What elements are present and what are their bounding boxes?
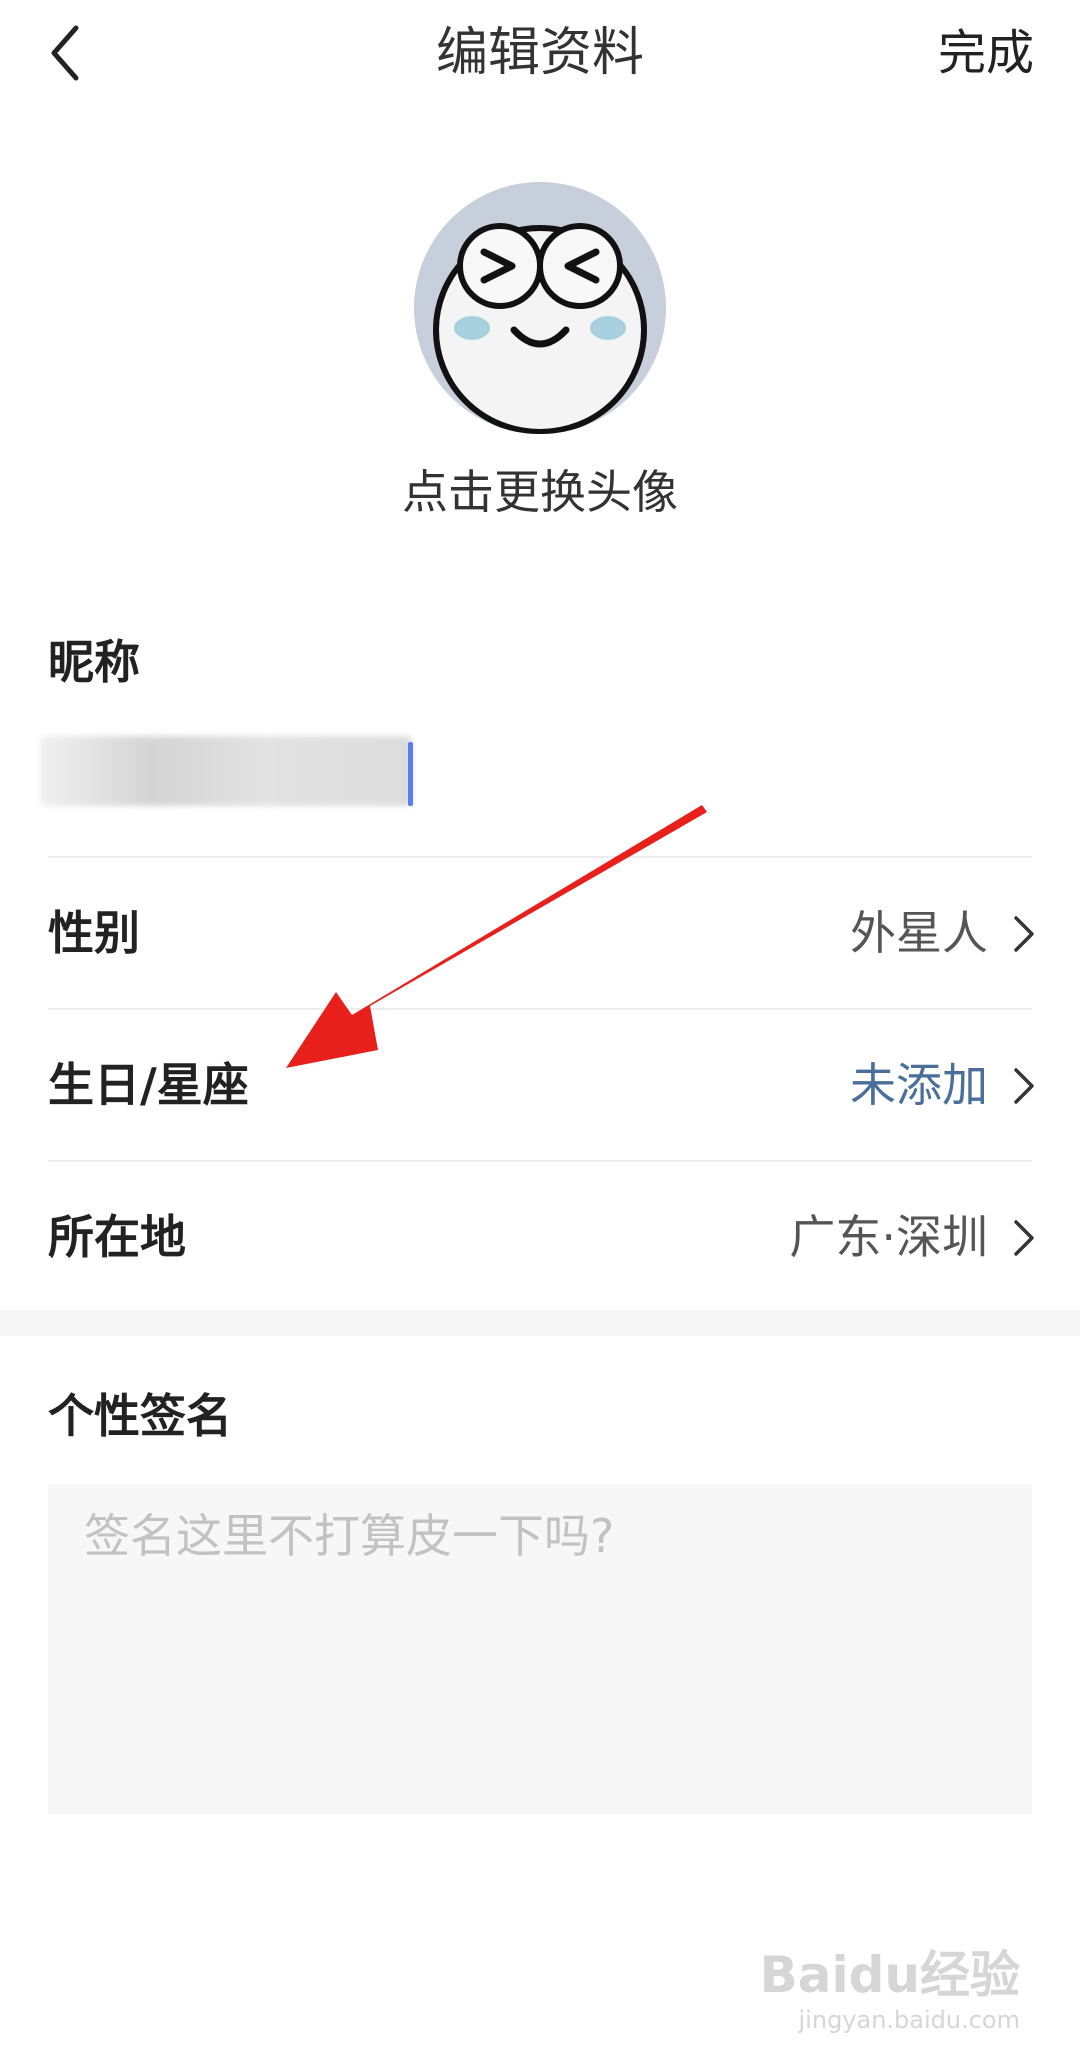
nickname-input[interactable]: [40, 736, 412, 806]
section-separator: [0, 1310, 1080, 1336]
avatar-face-icon: [414, 182, 666, 434]
watermark: Baidu经验 jingyan.baidu.com: [760, 1945, 1020, 2035]
birthday-label: 生日/星座: [48, 1058, 249, 1112]
watermark-url: jingyan.baidu.com: [798, 2006, 1020, 2034]
signature-label: 个性签名: [48, 1389, 232, 1443]
chevron-right-icon: [1014, 1068, 1034, 1104]
chevron-right-icon: [1014, 1220, 1034, 1256]
location-value: 广东·深圳: [789, 1210, 988, 1264]
text-cursor: [408, 742, 413, 806]
location-label: 所在地: [48, 1210, 186, 1264]
change-avatar-hint[interactable]: 点击更换头像: [0, 462, 1080, 522]
birthday-row[interactable]: 生日/星座 未添加: [0, 1010, 1080, 1160]
birthday-value: 未添加: [850, 1058, 988, 1112]
avatar[interactable]: [414, 182, 666, 434]
page-title: 编辑资料: [435, 23, 644, 83]
gender-row[interactable]: 性别 外星人: [0, 858, 1080, 1008]
gender-value: 外星人: [850, 906, 988, 960]
signature-input[interactable]: [48, 1484, 1032, 1814]
done-button[interactable]: 完成: [938, 18, 1034, 88]
nickname-label: 昵称: [48, 635, 140, 689]
gender-label: 性别: [48, 906, 140, 960]
chevron-right-icon: [1014, 916, 1034, 952]
watermark-logo: Baidu经验: [759, 1946, 1020, 2004]
location-row[interactable]: 所在地 广东·深圳: [0, 1162, 1080, 1312]
